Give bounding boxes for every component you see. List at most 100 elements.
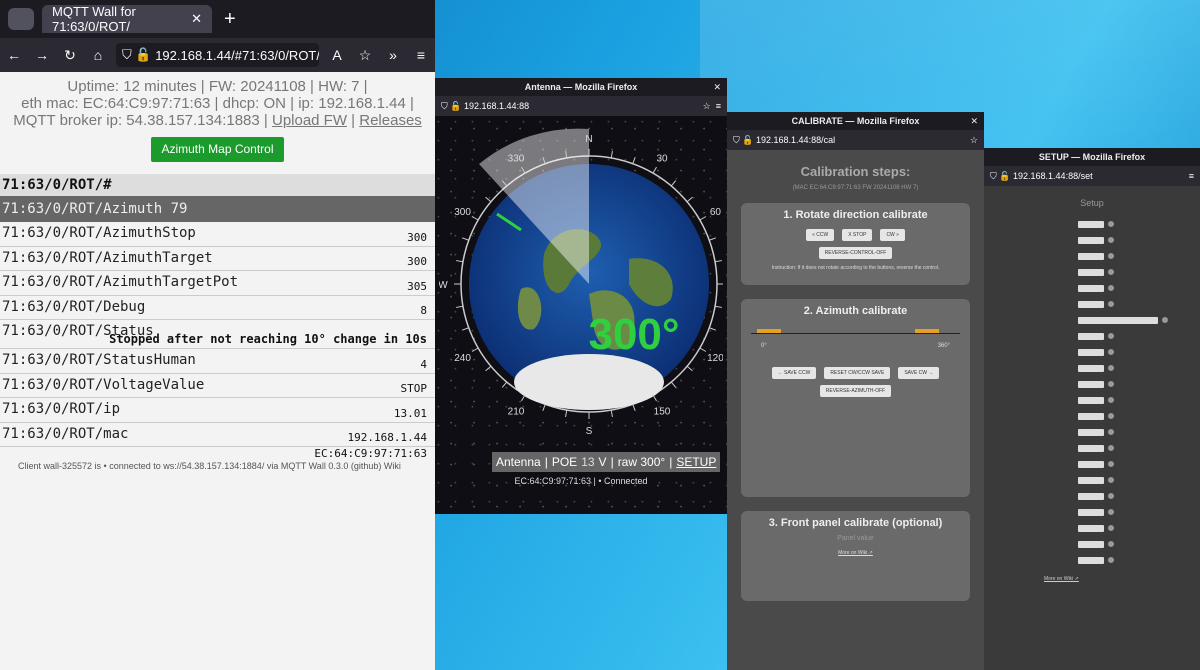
save-dot-button[interactable] [1162, 317, 1168, 323]
topic-row[interactable]: 71:63/0/ROT/AzimuthTarget 300 [0, 247, 435, 271]
save-dot-button[interactable] [1108, 557, 1114, 563]
setup-input[interactable] [1078, 300, 1104, 308]
setup-input[interactable] [1078, 236, 1104, 244]
more-tools-icon[interactable]: » [379, 47, 407, 63]
setup-input[interactable] [1078, 476, 1104, 484]
azimuth-map-control-button[interactable]: Azimuth Map Control [151, 137, 284, 162]
address-bar[interactable]: ⛉ 🔓 192.168.1.44:88/set ≡ [984, 166, 1200, 186]
save-dot-button[interactable] [1108, 301, 1114, 307]
topic-row[interactable]: 71:63/0/ROT/StatusHuman 4 [0, 349, 435, 374]
reload-icon[interactable]: ↻ [56, 47, 84, 64]
cw-button[interactable]: CW » [880, 229, 905, 241]
panel-antenna-label: Antenna [496, 455, 541, 469]
translate-icon[interactable]: A [323, 47, 351, 63]
setup-input[interactable] [1078, 220, 1104, 228]
topic-row[interactable]: 71:63/0/ROT/ip 13.01 [0, 398, 435, 423]
firefox-view-button[interactable] [8, 8, 34, 30]
save-cw-button[interactable]: SAVE CW → [898, 367, 940, 379]
azimuth-range-bar[interactable] [751, 325, 960, 341]
setup-row [984, 440, 1200, 456]
save-dot-button[interactable] [1108, 237, 1114, 243]
bookmark-star-icon[interactable]: ☆ [703, 101, 711, 112]
new-tab-icon[interactable]: + [224, 8, 236, 31]
setup-input[interactable] [1078, 284, 1104, 292]
setup-input[interactable] [1078, 348, 1104, 356]
menu-icon[interactable]: ≡ [716, 101, 721, 111]
setup-input[interactable] [1078, 540, 1104, 548]
save-dot-button[interactable] [1108, 445, 1114, 451]
save-dot-button[interactable] [1108, 381, 1114, 387]
wiki-link[interactable]: Wiki [384, 461, 401, 471]
home-icon[interactable]: ⌂ [84, 47, 112, 63]
setup-input[interactable] [1078, 268, 1104, 276]
save-dot-button[interactable] [1108, 509, 1114, 515]
address-bar[interactable]: ⛉ 🔓 192.168.1.44:88 ☆ ≡ [435, 96, 727, 116]
setup-heading: Setup [1080, 198, 1104, 208]
stop-button[interactable]: X STOP [842, 229, 873, 241]
panel-raw: raw 300° [617, 455, 666, 469]
menu-icon[interactable]: ≡ [407, 47, 435, 63]
save-dot-button[interactable] [1108, 413, 1114, 419]
save-dot-button[interactable] [1108, 493, 1114, 499]
setup-input[interactable] [1078, 332, 1104, 340]
topic-root-row[interactable]: 71:63/0/ROT/Azimuth 79 [0, 196, 435, 222]
bookmark-star-icon[interactable]: ☆ [970, 135, 978, 146]
setup-input[interactable] [1078, 380, 1104, 388]
more-on-wiki-link[interactable]: More on Wiki ↗ [741, 550, 970, 556]
close-icon[interactable]: ✕ [713, 78, 721, 96]
forward-icon[interactable]: → [28, 47, 56, 63]
save-ccw-button[interactable]: ← SAVE CCW [771, 367, 817, 379]
save-dot-button[interactable] [1108, 269, 1114, 275]
topic-row[interactable]: 71:63/0/ROT/Status Stopped after not reac… [0, 320, 435, 349]
save-dot-button[interactable] [1108, 285, 1114, 291]
setup-row [984, 232, 1200, 248]
setup-input[interactable] [1078, 508, 1104, 516]
address-bar[interactable]: ⛉ 🔓 192.168.1.44:88/cal ☆ [727, 130, 984, 150]
tab-mqtt-wall[interactable]: MQTT Wall for 71:63/0/ROT/ ✕ [42, 4, 212, 34]
save-dot-button[interactable] [1108, 221, 1114, 227]
topic-row[interactable]: 71:63/0/ROT/mac 192.168.1.44 EC:64:C9:97:7… [0, 423, 435, 460]
setup-input[interactable] [1078, 556, 1104, 564]
setup-input[interactable] [1078, 364, 1104, 372]
upload-fw-link[interactable]: Upload FW [272, 112, 347, 129]
menu-icon[interactable]: ≡ [1189, 171, 1194, 181]
github-link[interactable]: github [354, 461, 379, 471]
setup-link[interactable]: SETUP [676, 455, 716, 469]
save-dot-button[interactable] [1108, 461, 1114, 467]
setup-input[interactable] [1078, 412, 1104, 420]
setup-input[interactable] [1078, 444, 1104, 452]
setup-input[interactable] [1078, 428, 1104, 436]
setup-input[interactable] [1078, 492, 1104, 500]
save-dot-button[interactable] [1108, 429, 1114, 435]
setup-input[interactable] [1078, 316, 1158, 324]
releases-link[interactable]: Releases [359, 112, 422, 129]
reset-save-button[interactable]: RESET CW/CCW SAVE [824, 367, 891, 379]
topic-row[interactable]: 71:63/0/ROT/AzimuthStop 300 [0, 222, 435, 247]
topic-row[interactable]: 71:63/0/ROT/AzimuthTargetPot 305 [0, 271, 435, 296]
back-icon[interactable]: ← [0, 47, 28, 63]
close-icon[interactable]: ✕ [191, 11, 202, 27]
save-dot-button[interactable] [1108, 477, 1114, 483]
bookmark-star-icon[interactable]: ☆ [351, 47, 379, 64]
close-icon[interactable]: ✕ [970, 112, 978, 130]
save-dot-button[interactable] [1108, 525, 1114, 531]
topic-row[interactable]: 71:63/0/ROT/Debug 8 [0, 296, 435, 320]
more-on-wiki-link[interactable]: More on Wiki ↗ [1044, 576, 1200, 582]
topic-filter[interactable]: 71:63/0/ROT/# [0, 174, 435, 196]
save-dot-button[interactable] [1108, 365, 1114, 371]
save-dot-button[interactable] [1108, 349, 1114, 355]
topic-row[interactable]: 71:63/0/ROT/VoltageValue STOP [0, 374, 435, 398]
save-dot-button[interactable] [1108, 253, 1114, 259]
address-bar[interactable]: ⛉ 🔓 192.168.1.44/#71:63/0/ROT/# [116, 43, 319, 67]
setup-input[interactable] [1078, 396, 1104, 404]
save-dot-button[interactable] [1108, 541, 1114, 547]
setup-row [984, 264, 1200, 280]
reverse-azimuth-button[interactable]: REVERSE-AZIMUTH-OFF [819, 385, 892, 397]
setup-input[interactable] [1078, 524, 1104, 532]
save-dot-button[interactable] [1108, 333, 1114, 339]
ccw-button[interactable]: « CCW [806, 229, 835, 241]
reverse-control-button[interactable]: REVERSE-CONTROL-OFF [818, 247, 893, 259]
save-dot-button[interactable] [1108, 397, 1114, 403]
setup-input[interactable] [1078, 252, 1104, 260]
setup-input[interactable] [1078, 460, 1104, 468]
